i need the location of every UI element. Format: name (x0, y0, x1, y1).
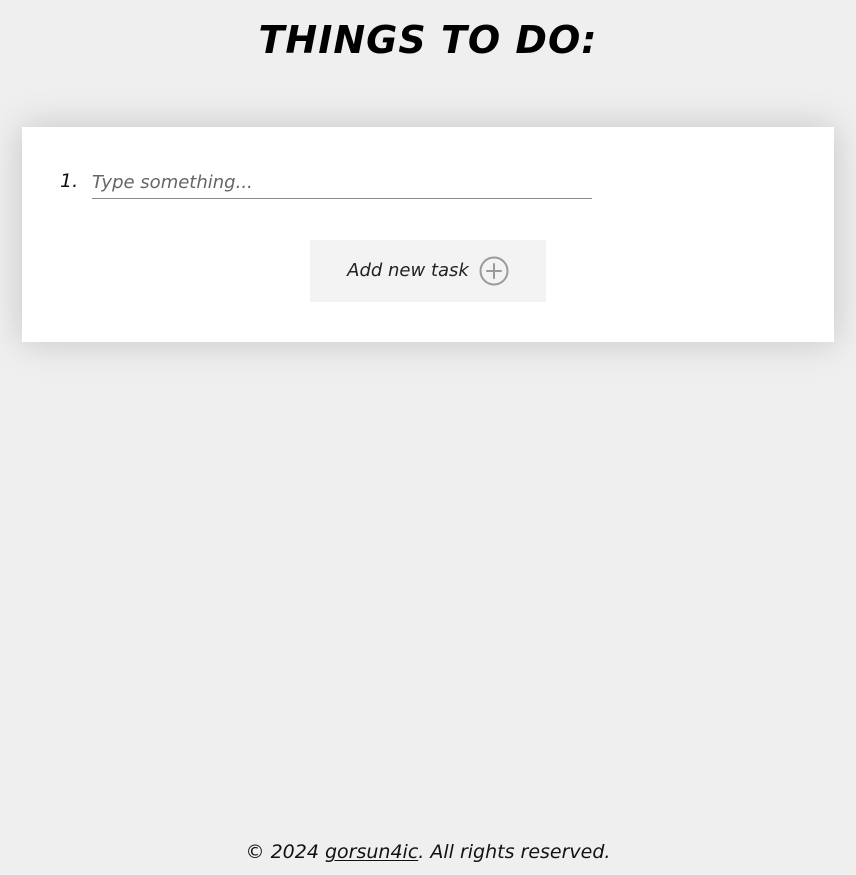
author-link[interactable]: gorsun4ic (325, 841, 418, 863)
task-input[interactable] (92, 167, 592, 199)
footer-prefix: © 2024 (245, 841, 325, 863)
add-task-label: Add new task (347, 260, 469, 281)
todo-card: 1. Add new task (22, 127, 834, 342)
task-number: 1. (60, 170, 79, 192)
footer: © 2024 gorsun4ic. All rights reserved. (0, 838, 856, 866)
page-title: THINGS TO DO: (258, 18, 598, 62)
add-task-button[interactable]: Add new task (310, 240, 546, 302)
task-item: 1. (60, 167, 600, 201)
plus-circle-icon (479, 256, 509, 286)
footer-suffix: . All rights reserved. (418, 841, 611, 863)
